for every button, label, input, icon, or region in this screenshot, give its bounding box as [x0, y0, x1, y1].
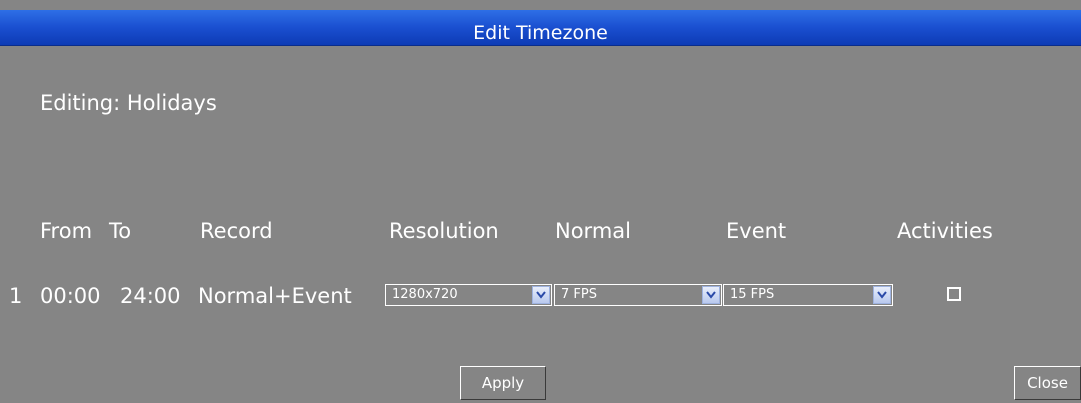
- row-to: 24:00: [120, 284, 181, 308]
- chevron-down-icon[interactable]: [702, 286, 720, 304]
- row-record: Normal+Event: [198, 284, 352, 308]
- dialog-title: Edit Timezone: [473, 22, 608, 44]
- header-normal: Normal: [555, 219, 631, 243]
- header-activities: Activities: [897, 219, 993, 243]
- normal-fps-value: 7 FPS: [561, 287, 597, 302]
- editing-label: Editing: Holidays: [40, 91, 217, 115]
- activities-checkbox[interactable]: [947, 287, 961, 301]
- resolution-value: 1280x720: [392, 287, 458, 302]
- header-from: From: [40, 219, 93, 243]
- header-event: Event: [726, 219, 787, 243]
- close-button[interactable]: Close: [1014, 366, 1081, 400]
- header-resolution: Resolution: [389, 219, 499, 243]
- chevron-down-icon[interactable]: [532, 286, 550, 304]
- apply-button[interactable]: Apply: [460, 366, 546, 400]
- event-fps-value: 15 FPS: [730, 287, 775, 302]
- row-from: 00:00: [40, 284, 101, 308]
- event-fps-select[interactable]: 15 FPS: [723, 284, 893, 306]
- row-index: 1: [9, 284, 23, 308]
- header-to: To: [109, 219, 132, 243]
- header-record: Record: [200, 219, 273, 243]
- chevron-down-icon[interactable]: [873, 286, 891, 304]
- resolution-select[interactable]: 1280x720: [385, 284, 552, 306]
- normal-fps-select[interactable]: 7 FPS: [554, 284, 722, 306]
